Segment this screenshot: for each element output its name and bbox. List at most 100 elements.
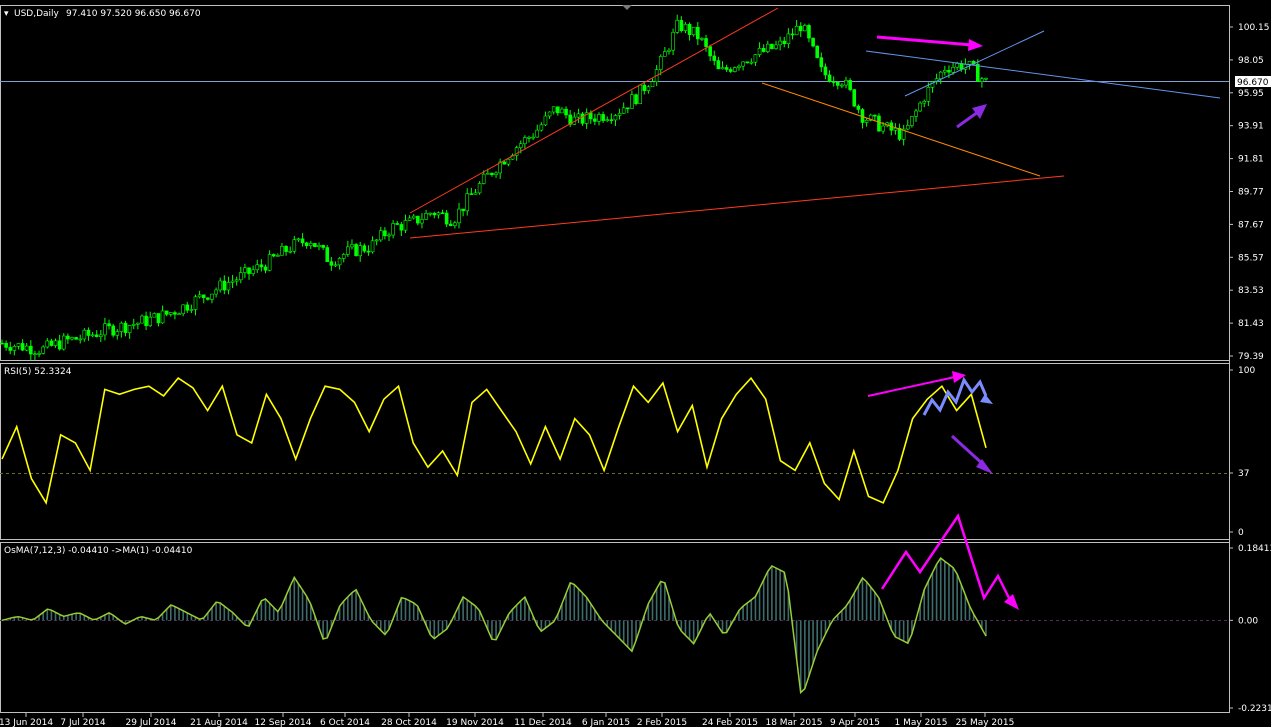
candle-body xyxy=(243,267,247,273)
time-tick-label: 19 Nov 2014 xyxy=(446,718,504,727)
candle-body xyxy=(267,254,272,271)
candle-body xyxy=(255,264,260,271)
candle-body xyxy=(70,337,74,340)
candle-body xyxy=(716,60,721,70)
candle-body xyxy=(848,80,852,90)
candle-body xyxy=(20,343,25,351)
candle-body xyxy=(893,127,898,131)
candle-body xyxy=(506,158,511,165)
candle-body xyxy=(378,230,383,241)
candle-body xyxy=(881,125,885,132)
candle-body xyxy=(671,31,675,51)
candle-body xyxy=(337,258,342,266)
candle-body xyxy=(502,161,507,165)
candle-body xyxy=(185,304,190,311)
candle-body xyxy=(197,294,202,298)
candle-body xyxy=(782,40,787,44)
price-tick-label: 93.91 xyxy=(1238,122,1264,132)
candle-body xyxy=(790,33,795,36)
time-tick-label: 12 Sep 2014 xyxy=(254,718,311,727)
candle-body xyxy=(94,334,99,337)
violet-arrow-line xyxy=(956,110,979,129)
falling-resistance-trendline[interactable] xyxy=(865,50,1221,99)
candle-body xyxy=(263,266,268,271)
candle-body xyxy=(119,322,124,332)
candle-body xyxy=(831,81,836,83)
lower-wedge-trendline[interactable] xyxy=(409,175,1065,239)
candle-body xyxy=(321,245,325,248)
time-tick-label: 7 Jul 2014 xyxy=(60,718,105,727)
time-tick-label: 24 Feb 2015 xyxy=(702,718,758,727)
candle-body xyxy=(704,38,708,47)
candle-body xyxy=(695,26,700,40)
candle-body xyxy=(778,40,782,46)
candle-body xyxy=(127,325,132,333)
symbol-header-arrow[interactable]: ▾ xyxy=(4,9,9,19)
candle-body xyxy=(749,61,754,64)
price-tick-label: 95.95 xyxy=(1238,89,1264,99)
candle-body xyxy=(288,250,293,253)
candle-body xyxy=(626,107,630,110)
candle-body xyxy=(33,353,37,355)
candle-body xyxy=(333,264,338,267)
candle-body xyxy=(230,280,235,283)
chart-shift-marker[interactable] xyxy=(622,5,632,10)
candle-body xyxy=(107,323,111,327)
candle-body xyxy=(634,94,638,104)
upper-wedge-trendline[interactable] xyxy=(409,7,779,214)
time-tick-label: 6 Jan 2015 xyxy=(582,718,630,727)
candle-body xyxy=(420,219,424,224)
candle-body xyxy=(827,74,832,82)
candle-body xyxy=(914,110,918,117)
candle-body xyxy=(238,272,243,281)
candle-body xyxy=(440,212,445,215)
candle-body xyxy=(473,192,478,195)
candle-body xyxy=(967,61,972,65)
candle-body xyxy=(346,246,350,255)
candle-body xyxy=(193,296,198,310)
candle-body xyxy=(103,323,107,336)
candle-body xyxy=(461,208,465,212)
candle-body xyxy=(407,217,412,221)
candle-body xyxy=(296,238,301,241)
candle-body xyxy=(206,297,210,300)
candle-body xyxy=(835,81,840,86)
candle-body xyxy=(947,70,951,73)
time-tick-label: 13 Jun 2014 xyxy=(0,718,53,727)
falling-support-trendline[interactable] xyxy=(761,82,1041,177)
candle-body xyxy=(560,108,564,114)
candle-body xyxy=(864,119,869,123)
candle-body xyxy=(630,94,634,109)
osma-magenta-arrowhead-icon xyxy=(1004,594,1019,610)
rsi-tick-label: 37 xyxy=(1238,469,1249,479)
osma-tick-label: -0.22313 xyxy=(1238,704,1271,714)
candle-body xyxy=(0,342,4,345)
candle-body xyxy=(354,244,358,257)
candle-body xyxy=(564,108,568,116)
candle-body xyxy=(74,337,78,340)
candle-body xyxy=(201,294,206,299)
candle-body xyxy=(45,340,50,348)
candle-body xyxy=(605,119,610,121)
candle-body xyxy=(57,340,62,350)
candle-body xyxy=(234,279,239,282)
candle-body xyxy=(271,254,276,257)
current-price-label: 96.670 xyxy=(1237,78,1269,88)
candle-body xyxy=(724,67,729,70)
candle-body xyxy=(877,115,881,132)
candle-body xyxy=(667,49,671,52)
candle-body xyxy=(136,322,140,325)
candle-body xyxy=(111,325,115,336)
rsi-line xyxy=(1,376,987,505)
price-tick-label: 79.39 xyxy=(1238,352,1264,362)
candle-body xyxy=(391,223,395,236)
candle-body xyxy=(663,51,667,57)
candle-body xyxy=(757,48,762,55)
candle-body xyxy=(753,54,758,63)
candle-body xyxy=(959,63,964,70)
candle-body xyxy=(980,78,984,82)
candle-body xyxy=(621,107,626,114)
time-tick-label: 25 May 2015 xyxy=(956,718,1015,727)
candle-body xyxy=(469,193,474,195)
candle-body xyxy=(856,105,861,110)
